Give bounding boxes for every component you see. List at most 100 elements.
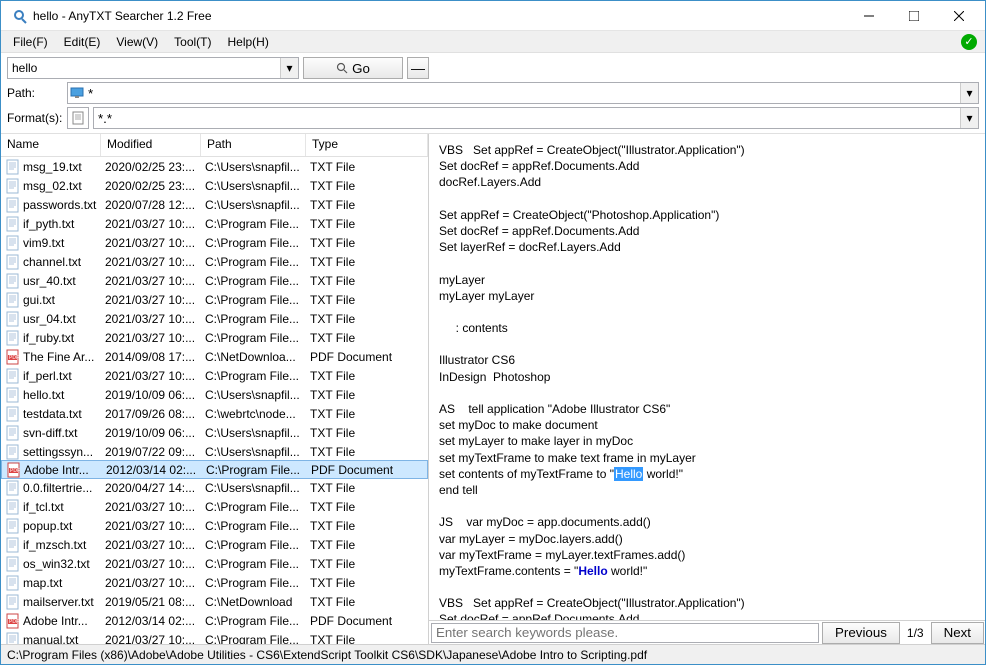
minimize-button[interactable]: [846, 1, 891, 30]
file-modified: 2019/10/09 06:...: [101, 426, 201, 440]
txt-icon: [5, 425, 21, 441]
path-combo[interactable]: ▾: [67, 82, 979, 104]
file-row[interactable]: vim9.txt2021/03/27 10:...C:\Program File…: [1, 233, 428, 252]
search-input-combo[interactable]: ▾: [7, 57, 299, 79]
file-row[interactable]: PDFAdobe Intr...2012/03/14 02:...C:\Prog…: [1, 460, 428, 479]
file-path: C:\Users\snapfil...: [201, 198, 306, 212]
file-name: svn-diff.txt: [23, 426, 101, 440]
txt-icon: [5, 292, 21, 308]
file-type: TXT File: [306, 198, 359, 212]
formats-combo[interactable]: ▾: [93, 107, 979, 129]
file-type: TXT File: [306, 633, 359, 645]
column-path[interactable]: Path: [201, 134, 306, 156]
next-button[interactable]: Next: [931, 622, 984, 644]
file-row[interactable]: PDFAdobe Intr...2012/03/14 02:...C:\Prog…: [1, 611, 428, 630]
file-path: C:\NetDownload: [201, 595, 306, 609]
file-name: Adobe Intr...: [23, 614, 101, 628]
maximize-button[interactable]: [891, 1, 936, 30]
file-type: TXT File: [306, 274, 359, 288]
file-row[interactable]: hello.txt2019/10/09 06:...C:\Users\snapf…: [1, 385, 428, 404]
file-row[interactable]: testdata.txt2017/09/26 08:...C:\webrtc\n…: [1, 404, 428, 423]
txt-icon: [5, 444, 21, 460]
file-name: msg_02.txt: [23, 179, 101, 193]
menu-tool[interactable]: Tool(T): [166, 33, 219, 51]
file-row[interactable]: if_pyth.txt2021/03/27 10:...C:\Program F…: [1, 214, 428, 233]
file-row[interactable]: os_win32.txt2021/03/27 10:...C:\Program …: [1, 554, 428, 573]
file-type: TXT File: [306, 388, 359, 402]
go-button[interactable]: Go: [303, 57, 403, 79]
file-type: TXT File: [306, 293, 359, 307]
file-path: C:\Program File...: [201, 369, 306, 383]
file-type: TXT File: [306, 557, 359, 571]
svg-text:PDF: PDF: [9, 355, 19, 361]
svg-text:PDF: PDF: [10, 468, 20, 474]
file-type: TXT File: [306, 500, 359, 514]
column-name[interactable]: Name: [1, 134, 101, 156]
file-name: passwords.txt: [23, 198, 101, 212]
preview-pane[interactable]: VBS Set appRef = CreateObject("Illustrat…: [429, 134, 985, 620]
file-type: PDF Document: [307, 463, 397, 477]
file-type: TXT File: [306, 217, 359, 231]
menu-file[interactable]: File(F): [5, 33, 56, 51]
menu-view[interactable]: View(V): [108, 33, 166, 51]
file-name: channel.txt: [23, 255, 101, 269]
file-modified: 2014/09/08 17:...: [101, 350, 201, 364]
file-name: if_mzsch.txt: [23, 538, 101, 552]
file-row[interactable]: PDFThe Fine Ar...2014/09/08 17:...C:\Net…: [1, 347, 428, 366]
menubar: File(F) Edit(E) View(V) Tool(T) Help(H) …: [1, 31, 985, 53]
menu-help[interactable]: Help(H): [220, 33, 277, 51]
window-title: hello - AnyTXT Searcher 1.2 Free: [33, 9, 846, 23]
file-row[interactable]: channel.txt2021/03/27 10:...C:\Program F…: [1, 252, 428, 271]
file-row[interactable]: usr_04.txt2021/03/27 10:...C:\Program Fi…: [1, 309, 428, 328]
file-row[interactable]: manual.txt2021/03/27 10:...C:\Program Fi…: [1, 630, 428, 644]
file-list[interactable]: msg_19.txt2020/02/25 23:...C:\Users\snap…: [1, 157, 428, 644]
file-row[interactable]: usr_40.txt2021/03/27 10:...C:\Program Fi…: [1, 271, 428, 290]
file-row[interactable]: popup.txt2021/03/27 10:...C:\Program Fil…: [1, 516, 428, 535]
txt-icon: [5, 575, 21, 591]
path-input[interactable]: [86, 83, 960, 103]
file-row[interactable]: svn-diff.txt2019/10/09 06:...C:\Users\sn…: [1, 423, 428, 442]
collapse-button[interactable]: —: [407, 57, 429, 79]
formats-dropdown-icon[interactable]: ▾: [960, 108, 978, 128]
file-row[interactable]: gui.txt2021/03/27 10:...C:\Program File.…: [1, 290, 428, 309]
file-row[interactable]: if_tcl.txt2021/03/27 10:...C:\Program Fi…: [1, 497, 428, 516]
file-name: usr_04.txt: [23, 312, 101, 326]
menu-edit[interactable]: Edit(E): [56, 33, 109, 51]
file-row[interactable]: mailserver.txt2019/05/21 08:...C:\NetDow…: [1, 592, 428, 611]
file-row[interactable]: msg_19.txt2020/02/25 23:...C:\Users\snap…: [1, 157, 428, 176]
file-path: C:\Program File...: [201, 519, 306, 533]
file-modified: 2012/03/14 02:...: [101, 614, 201, 628]
prev-button[interactable]: Previous: [822, 622, 900, 644]
file-name: settingssyn...: [23, 445, 101, 459]
file-row[interactable]: if_mzsch.txt2021/03/27 10:...C:\Program …: [1, 535, 428, 554]
column-type[interactable]: Type: [306, 134, 428, 156]
path-dropdown-icon[interactable]: ▾: [960, 83, 978, 103]
txt-icon: [5, 406, 21, 422]
formats-input[interactable]: [94, 108, 960, 128]
txt-icon: [5, 518, 21, 534]
search-dropdown-icon[interactable]: ▾: [280, 58, 298, 78]
format-picker-button[interactable]: [67, 107, 89, 129]
file-row[interactable]: settingssyn...2019/07/22 09:...C:\Users\…: [1, 442, 428, 461]
file-path: C:\Users\snapfil...: [201, 481, 306, 495]
file-row[interactable]: passwords.txt2020/07/28 12:...C:\Users\s…: [1, 195, 428, 214]
preview-search-input[interactable]: [431, 623, 819, 643]
file-modified: 2021/03/27 10:...: [101, 255, 201, 269]
file-modified: 2017/09/26 08:...: [101, 407, 201, 421]
file-row[interactable]: msg_02.txt2020/02/25 23:...C:\Users\snap…: [1, 176, 428, 195]
file-type: TXT File: [306, 369, 359, 383]
file-type: TXT File: [306, 407, 359, 421]
search-input[interactable]: [8, 58, 280, 78]
file-row[interactable]: 0.0.filtertrie...2020/04/27 14:...C:\Use…: [1, 478, 428, 497]
file-row[interactable]: if_ruby.txt2021/03/27 10:...C:\Program F…: [1, 328, 428, 347]
file-row[interactable]: if_perl.txt2021/03/27 10:...C:\Program F…: [1, 366, 428, 385]
file-path: C:\Program File...: [201, 293, 306, 307]
txt-icon: [5, 273, 21, 289]
file-row[interactable]: map.txt2021/03/27 10:...C:\Program File.…: [1, 573, 428, 592]
file-type: TXT File: [306, 426, 359, 440]
column-modified[interactable]: Modified: [101, 134, 201, 156]
close-button[interactable]: [936, 1, 981, 30]
file-modified: 2020/07/28 12:...: [101, 198, 201, 212]
file-path: C:\Program File...: [201, 255, 306, 269]
file-modified: 2021/03/27 10:...: [101, 500, 201, 514]
